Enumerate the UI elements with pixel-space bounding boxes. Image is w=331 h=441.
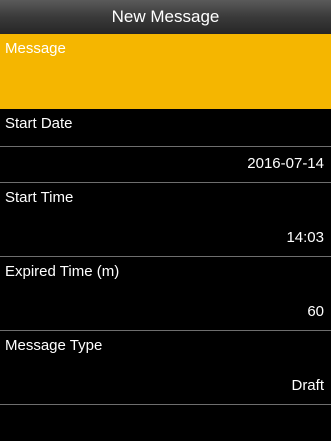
- settings-list: Message Start Date 2016-07-14 Start Time…: [0, 34, 331, 405]
- list-item-start-time-value[interactable]: 14:03: [0, 221, 331, 257]
- list-item-message-type-value[interactable]: Draft: [0, 369, 331, 405]
- list-item-label: Expired Time (m): [5, 263, 120, 280]
- list-item-label: Start Date: [5, 115, 73, 132]
- list-item-label: Message Type: [5, 337, 103, 354]
- list-item-value: Draft: [291, 377, 324, 394]
- list-item-value: 2016-07-14: [247, 155, 324, 172]
- list-item-start-date-value[interactable]: 2016-07-14: [0, 147, 331, 183]
- list-item-label: Start Time: [5, 189, 74, 206]
- list-item-value: 60: [307, 303, 324, 320]
- title-bar: New Message: [0, 0, 331, 34]
- list-item-start-date[interactable]: Start Date: [0, 109, 331, 147]
- list-item-message[interactable]: Message: [0, 34, 331, 109]
- page-title: New Message: [111, 7, 220, 26]
- list-item-message-type[interactable]: Message Type: [0, 331, 331, 369]
- list-item-value: 14:03: [286, 229, 324, 246]
- list-item-expired-time[interactable]: Expired Time (m): [0, 257, 331, 295]
- list-item-label: Message: [5, 40, 66, 57]
- list-item-start-time[interactable]: Start Time: [0, 183, 331, 221]
- list-item-expired-time-value[interactable]: 60: [0, 295, 331, 331]
